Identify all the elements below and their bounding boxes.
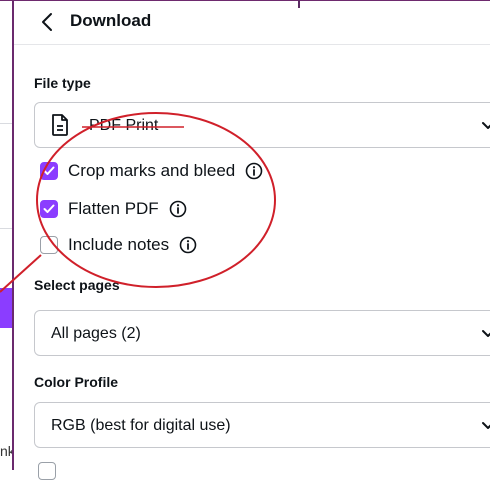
select-pages-label: Select pages xyxy=(34,277,120,293)
back-button[interactable] xyxy=(36,10,58,34)
select-pages-value: All pages (2) xyxy=(51,325,141,342)
panel-header: Download xyxy=(14,0,490,45)
crop-marks-checkbox[interactable] xyxy=(40,162,58,180)
file-type-select[interactable]: PDF Print xyxy=(34,102,490,148)
frame-border xyxy=(298,0,300,8)
include-notes-checkbox[interactable] xyxy=(40,236,58,254)
crop-marks-checkbox-row[interactable]: Crop marks and bleed xyxy=(40,160,263,182)
crop-marks-label: Crop marks and bleed xyxy=(68,161,236,180)
include-notes-checkbox-row[interactable]: Include notes xyxy=(40,234,197,256)
info-icon[interactable] xyxy=(179,236,197,254)
flatten-pdf-checkbox[interactable] xyxy=(40,200,58,218)
page-title: Download xyxy=(70,11,152,30)
next-option-checkbox[interactable] xyxy=(38,462,56,480)
chevron-down-icon xyxy=(482,422,490,429)
check-icon xyxy=(43,166,55,175)
chevron-left-icon xyxy=(42,13,52,31)
color-profile-value: RGB (best for digital use) xyxy=(51,417,231,434)
color-profile-select[interactable]: RGB (best for digital use) xyxy=(34,402,490,448)
flatten-pdf-checkbox-row[interactable]: Flatten PDF xyxy=(40,198,187,220)
file-type-label: File type xyxy=(34,75,91,91)
file-type-value: PDF Print xyxy=(89,117,159,134)
info-icon[interactable] xyxy=(169,200,187,218)
select-pages-select[interactable]: All pages (2) xyxy=(34,310,490,356)
flatten-pdf-label: Flatten PDF xyxy=(68,199,159,218)
chevron-down-icon xyxy=(482,122,490,129)
download-panel: Download File type PDF Print Crop marks … xyxy=(12,0,490,480)
include-notes-label: Include notes xyxy=(68,235,170,254)
frame-border xyxy=(0,0,490,1)
file-document-icon xyxy=(52,114,68,136)
check-icon xyxy=(43,204,55,213)
background-app xyxy=(0,0,12,470)
background-purple-button[interactable] xyxy=(0,288,12,328)
background-divider xyxy=(0,123,12,124)
info-icon[interactable] xyxy=(245,162,263,180)
chevron-down-icon xyxy=(482,330,490,337)
background-divider xyxy=(0,228,12,229)
color-profile-label: Color Profile xyxy=(34,374,119,390)
